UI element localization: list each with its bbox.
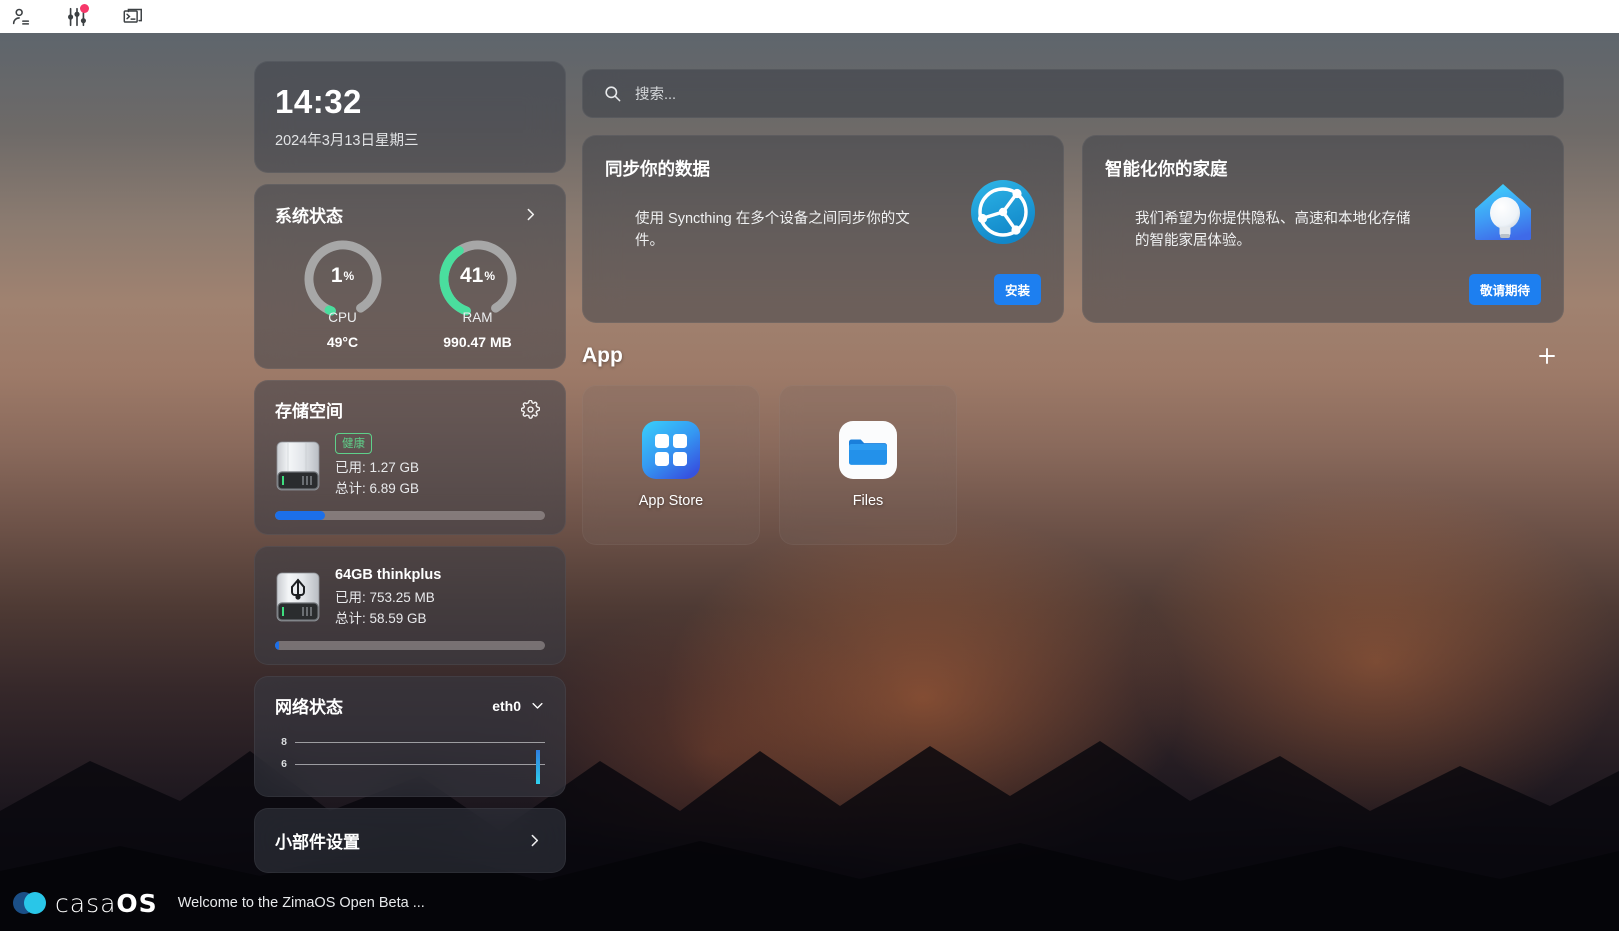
network-gridline-row-8: 8 <box>275 736 545 748</box>
ram-gauge-group: 41% RAM 990.47 MB <box>434 235 522 350</box>
casaos-logo-mark <box>13 892 46 914</box>
casaos-wordmark-bold: OS <box>116 888 158 918</box>
widget-column: 14:32 2024年3月13日星期三 系统状态 1 % CPU 49°C 41… <box>254 61 566 874</box>
promo-card-smart-home: 智能化你的家庭 我们希望为你提供隐私、高速和本地化存储的智能家居体验。 敬请期待 <box>1082 135 1564 323</box>
network-ytick-6: 6 <box>281 758 287 771</box>
network-chart: 8 6 <box>275 734 545 785</box>
storage-widget: 存储空间 健康 已用: 1.27 GB 总计: 6.89 GB <box>254 380 566 536</box>
usb-progress-track <box>275 641 545 651</box>
gear-icon[interactable] <box>519 399 541 421</box>
app-section: App App Store Files <box>582 343 1564 545</box>
widget-settings-entry[interactable]: 小部件设置 <box>254 808 566 874</box>
status-badge: 健康 <box>335 433 372 455</box>
network-interface-value: eth0 <box>492 697 521 714</box>
search-icon <box>605 86 621 102</box>
promo-row: 同步你的数据 使用 Syncthing 在多个设备之间同步你的文件。 安装 智能… <box>582 135 1564 323</box>
desktop: 14:32 2024年3月13日星期三 系统状态 1 % CPU 49°C 41… <box>0 33 1619 931</box>
network-traffic-bar <box>536 750 540 785</box>
cpu-value: 1 <box>330 264 343 288</box>
ram-value: 41 <box>459 264 484 288</box>
cpu-unit: % <box>343 269 355 284</box>
plus-icon[interactable] <box>1534 343 1560 369</box>
search-input[interactable]: 搜索... <box>582 69 1564 118</box>
promo-card-syncthing: 同步你的数据 使用 Syncthing 在多个设备之间同步你的文件。 安装 <box>582 135 1064 323</box>
storage-used: 已用: 1.27 GB <box>335 460 420 476</box>
system-status-header: 系统状态 <box>275 202 545 227</box>
notification-badge <box>80 3 89 13</box>
cpu-gauge-group: 1% CPU 49°C <box>299 235 387 350</box>
sliders-icon[interactable] <box>64 3 90 30</box>
status-message[interactable]: Welcome to the ZimaOS Open Beta ... <box>178 895 425 911</box>
smart-home-icon <box>1475 184 1531 240</box>
usb-disk-row: 64GB thinkplus 已用: 753.25 MB 总计: 58.59 G… <box>275 565 545 628</box>
cpu-label: CPU <box>328 310 357 326</box>
widget-settings-title: 小部件设置 <box>275 833 360 853</box>
usb-total: 总计: 58.59 GB <box>335 610 427 626</box>
usb-progress-fill <box>275 641 279 651</box>
chevron-right-icon[interactable] <box>519 204 541 226</box>
network-gridline-row-6: 6 <box>275 758 545 770</box>
system-status-widget[interactable]: 系统状态 1% CPU 49°C 41 % RAM 990.47 MB <box>254 184 566 370</box>
ram-unit: % <box>484 269 496 284</box>
storage-progress-track <box>275 511 545 521</box>
network-status-widget: 网络状态 eth0 8 6 <box>254 676 566 798</box>
gauge-group: 1% CPU 49°C 41% RAM 990.47 MB <box>275 235 545 350</box>
promo-body: 我们希望为你提供隐私、高速和本地化存储的智能家居体验。 <box>1135 211 1411 250</box>
app-grid: App Store Files <box>582 385 1564 545</box>
account-icon[interactable] <box>8 4 34 30</box>
usb-disk-meta: 64GB thinkplus 已用: 753.25 MB 总计: 58.59 G… <box>335 565 441 628</box>
network-ytick-8: 8 <box>281 736 287 749</box>
clock-time: 14:32 <box>275 83 362 120</box>
cpu-temperature: 49°C <box>326 334 359 351</box>
network-interface-selector[interactable]: eth0 <box>492 698 545 714</box>
clock-date: 2024年3月13日星期三 <box>275 133 419 150</box>
bottom-bar: casaOS Welcome to the ZimaOS Open Beta .… <box>0 875 1619 931</box>
storage-disk-row: 健康 已用: 1.27 GB 总计: 6.89 GB <box>275 433 545 498</box>
network-gridline <box>295 741 545 743</box>
coming-soon-button[interactable]: 敬请期待 <box>1468 274 1541 305</box>
app-label: App Store <box>638 493 704 509</box>
app-section-header: App <box>582 343 1564 369</box>
usb-drive-icon <box>276 572 320 622</box>
network-header: 网络状态 eth0 <box>275 693 545 718</box>
terminal-icon[interactable] <box>120 4 146 30</box>
browser-toolbar <box>0 0 1619 33</box>
app-tile-files[interactable]: Files <box>779 385 957 545</box>
storage-header: 存储空间 <box>275 397 545 422</box>
storage-title: 存储空间 <box>275 402 343 422</box>
usb-drive-name: 64GB thinkplus <box>335 567 442 584</box>
chevron-right-icon[interactable] <box>523 830 545 852</box>
ram-amount: 990.47 MB <box>443 334 512 351</box>
casaos-wordmark-light: casa <box>55 888 117 918</box>
casaos-logo: casaOS <box>12 889 158 918</box>
casaos-wordmark: casaOS <box>55 889 158 918</box>
promo-body: 使用 Syncthing 在多个设备之间同步你的文件。 <box>635 211 910 250</box>
chevron-down-icon <box>532 703 543 709</box>
usb-storage-widget: 64GB thinkplus 已用: 753.25 MB 总计: 58.59 G… <box>254 546 566 666</box>
app-section-title: App <box>582 344 623 367</box>
search-placeholder: 搜索... <box>635 87 677 103</box>
files-folder-icon <box>839 421 897 479</box>
app-tile-app-store[interactable]: App Store <box>582 385 760 545</box>
ram-label: RAM <box>462 310 493 326</box>
mountain-silhouette <box>0 741 1619 931</box>
storage-disk-meta: 健康 已用: 1.27 GB 总计: 6.89 GB <box>335 433 419 498</box>
app-label: Files <box>852 493 884 509</box>
hard-drive-icon <box>276 441 320 491</box>
syncthing-logo <box>971 180 1035 244</box>
storage-total: 总计: 6.89 GB <box>335 480 420 496</box>
network-gridline <box>295 763 545 765</box>
install-button[interactable]: 安装 <box>993 274 1041 305</box>
usb-used: 已用: 753.25 MB <box>335 590 435 606</box>
storage-progress-fill <box>275 511 325 521</box>
app-store-icon <box>642 421 700 479</box>
clock-widget: 14:32 2024年3月13日星期三 <box>254 61 566 174</box>
system-status-title: 系统状态 <box>275 207 343 227</box>
network-title: 网络状态 <box>275 698 343 718</box>
